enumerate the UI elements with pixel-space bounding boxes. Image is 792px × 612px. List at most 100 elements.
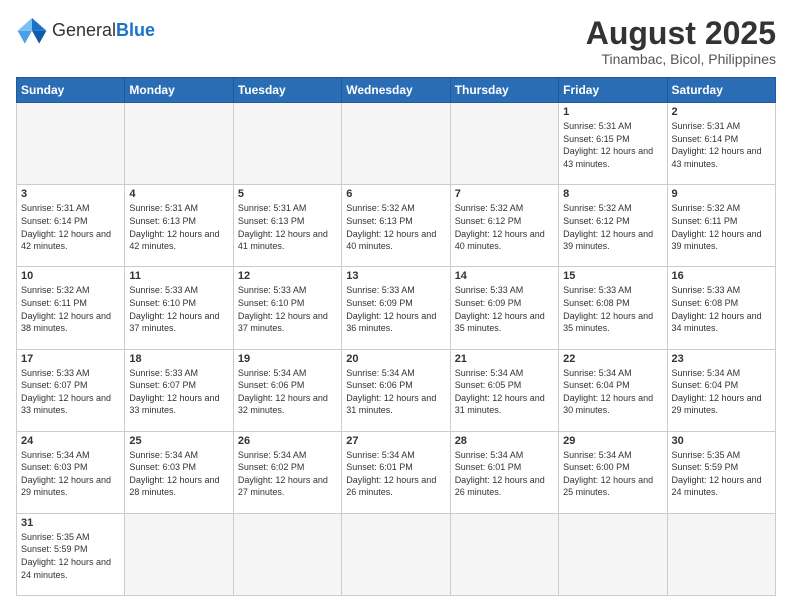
- calendar-week-4: 17 Sunrise: 5:33 AMSunset: 6:07 PMDayligh…: [17, 349, 776, 431]
- day-number: 22: [563, 353, 662, 365]
- day-info: Sunrise: 5:34 AMSunset: 6:04 PMDaylight:…: [563, 367, 662, 417]
- calendar-week-1: 1 Sunrise: 5:31 AMSunset: 6:15 PMDaylight…: [17, 103, 776, 185]
- calendar-cell: 2 Sunrise: 5:31 AMSunset: 6:14 PMDaylight…: [667, 103, 775, 185]
- month-title: August 2025: [586, 16, 776, 51]
- calendar-cell: 26Sunrise: 5:34 AMSunset: 6:02 PMDayligh…: [233, 431, 341, 513]
- calendar-week-2: 3Sunrise: 5:31 AMSunset: 6:14 PMDaylight…: [17, 185, 776, 267]
- calendar-cell: [342, 103, 450, 185]
- day-number: 7: [455, 188, 554, 200]
- logo-text: GeneralBlue: [52, 20, 155, 41]
- day-number: 15: [563, 270, 662, 282]
- calendar-cell: 18 Sunrise: 5:33 AMSunset: 6:07 PMDayligh…: [125, 349, 233, 431]
- calendar-cell: [125, 103, 233, 185]
- calendar-cell: [342, 513, 450, 595]
- day-header-sunday: Sunday: [17, 78, 125, 103]
- day-number: 23: [672, 353, 771, 365]
- day-number: 28: [455, 435, 554, 447]
- calendar-week-3: 10 Sunrise: 5:32 AMSunset: 6:11 PMDayligh…: [17, 267, 776, 349]
- day-number: 14: [455, 270, 554, 282]
- day-number: 16: [672, 270, 771, 282]
- day-number: 11: [129, 270, 228, 282]
- day-number: 30: [672, 435, 771, 447]
- day-info: Sunrise: 5:33 AMSunset: 6:08 PMDaylight:…: [563, 284, 662, 334]
- calendar-cell: 23Sunrise: 5:34 AMSunset: 6:04 PMDayligh…: [667, 349, 775, 431]
- calendar-cell: 24 Sunrise: 5:34 AMSunset: 6:03 PMDayligh…: [17, 431, 125, 513]
- day-number: 2: [672, 106, 771, 118]
- calendar-table: SundayMondayTuesdayWednesdayThursdayFrid…: [16, 77, 776, 596]
- calendar-cell: 28 Sunrise: 5:34 AMSunset: 6:01 PMDayligh…: [450, 431, 558, 513]
- calendar-cell: 25 Sunrise: 5:34 AMSunset: 6:03 PMDayligh…: [125, 431, 233, 513]
- day-number: 21: [455, 353, 554, 365]
- day-info: Sunrise: 5:35 AMSunset: 5:59 PMDaylight:…: [21, 531, 120, 581]
- calendar-cell: 31 Sunrise: 5:35 AMSunset: 5:59 PMDayligh…: [17, 513, 125, 595]
- logo: GeneralBlue: [16, 16, 155, 44]
- calendar-cell: 21 Sunrise: 5:34 AMSunset: 6:05 PMDayligh…: [450, 349, 558, 431]
- day-number: 20: [346, 353, 445, 365]
- day-number: 12: [238, 270, 337, 282]
- day-info: Sunrise: 5:32 AMSunset: 6:12 PMDaylight:…: [455, 202, 554, 252]
- day-number: 25: [129, 435, 228, 447]
- calendar-cell: 30 Sunrise: 5:35 AMSunset: 5:59 PMDayligh…: [667, 431, 775, 513]
- day-number: 19: [238, 353, 337, 365]
- calendar-cell: 3Sunrise: 5:31 AMSunset: 6:14 PMDaylight…: [17, 185, 125, 267]
- day-info: Sunrise: 5:34 AMSunset: 6:01 PMDaylight:…: [455, 449, 554, 499]
- day-header-thursday: Thursday: [450, 78, 558, 103]
- day-number: 10: [21, 270, 120, 282]
- calendar-cell: [233, 513, 341, 595]
- calendar-cell: 20 Sunrise: 5:34 AMSunset: 6:06 PMDayligh…: [342, 349, 450, 431]
- day-info: Sunrise: 5:31 AMSunset: 6:14 PMDaylight:…: [672, 120, 771, 170]
- day-number: 1: [563, 106, 662, 118]
- day-number: 17: [21, 353, 120, 365]
- day-info: Sunrise: 5:34 AMSunset: 6:06 PMDaylight:…: [238, 367, 337, 417]
- day-info: Sunrise: 5:34 AMSunset: 6:01 PMDaylight:…: [346, 449, 445, 499]
- calendar-cell: 7 Sunrise: 5:32 AMSunset: 6:12 PMDaylight…: [450, 185, 558, 267]
- day-number: 3: [21, 188, 120, 200]
- calendar-cell: 1 Sunrise: 5:31 AMSunset: 6:15 PMDaylight…: [559, 103, 667, 185]
- day-info: Sunrise: 5:31 AMSunset: 6:13 PMDaylight:…: [238, 202, 337, 252]
- day-number: 24: [21, 435, 120, 447]
- day-number: 9: [672, 188, 771, 200]
- title-area: August 2025 Tinambac, Bicol, Philippines: [586, 16, 776, 67]
- day-info: Sunrise: 5:33 AMSunset: 6:08 PMDaylight:…: [672, 284, 771, 334]
- calendar-cell: 8Sunrise: 5:32 AMSunset: 6:12 PMDaylight…: [559, 185, 667, 267]
- day-info: Sunrise: 5:32 AMSunset: 6:13 PMDaylight:…: [346, 202, 445, 252]
- calendar-cell: 13Sunrise: 5:33 AMSunset: 6:09 PMDayligh…: [342, 267, 450, 349]
- logo-icon: [16, 16, 48, 44]
- day-info: Sunrise: 5:33 AMSunset: 6:09 PMDaylight:…: [346, 284, 445, 334]
- calendar-cell: [667, 513, 775, 595]
- day-info: Sunrise: 5:31 AMSunset: 6:15 PMDaylight:…: [563, 120, 662, 170]
- day-header-friday: Friday: [559, 78, 667, 103]
- day-number: 31: [21, 517, 120, 529]
- calendar-cell: 10 Sunrise: 5:32 AMSunset: 6:11 PMDayligh…: [17, 267, 125, 349]
- calendar-cell: 11Sunrise: 5:33 AMSunset: 6:10 PMDayligh…: [125, 267, 233, 349]
- calendar-cell: 14 Sunrise: 5:33 AMSunset: 6:09 PMDayligh…: [450, 267, 558, 349]
- day-number: 26: [238, 435, 337, 447]
- day-info: Sunrise: 5:33 AMSunset: 6:07 PMDaylight:…: [129, 367, 228, 417]
- day-header-saturday: Saturday: [667, 78, 775, 103]
- day-number: 8: [563, 188, 662, 200]
- calendar-cell: [450, 513, 558, 595]
- calendar-cell: 4Sunrise: 5:31 AMSunset: 6:13 PMDaylight…: [125, 185, 233, 267]
- day-info: Sunrise: 5:34 AMSunset: 6:05 PMDaylight:…: [455, 367, 554, 417]
- calendar-cell: 17Sunrise: 5:33 AMSunset: 6:07 PMDayligh…: [17, 349, 125, 431]
- day-number: 27: [346, 435, 445, 447]
- calendar-cell: 27 Sunrise: 5:34 AMSunset: 6:01 PMDayligh…: [342, 431, 450, 513]
- day-header-monday: Monday: [125, 78, 233, 103]
- calendar-cell: 19 Sunrise: 5:34 AMSunset: 6:06 PMDayligh…: [233, 349, 341, 431]
- day-info: Sunrise: 5:34 AMSunset: 6:06 PMDaylight:…: [346, 367, 445, 417]
- calendar-header-row: SundayMondayTuesdayWednesdayThursdayFrid…: [17, 78, 776, 103]
- day-info: Sunrise: 5:35 AMSunset: 5:59 PMDaylight:…: [672, 449, 771, 499]
- day-number: 18: [129, 353, 228, 365]
- day-number: 5: [238, 188, 337, 200]
- day-info: Sunrise: 5:34 AMSunset: 6:03 PMDaylight:…: [21, 449, 120, 499]
- calendar-cell: 6Sunrise: 5:32 AMSunset: 6:13 PMDaylight…: [342, 185, 450, 267]
- day-info: Sunrise: 5:32 AMSunset: 6:11 PMDaylight:…: [21, 284, 120, 334]
- day-info: Sunrise: 5:34 AMSunset: 6:03 PMDaylight:…: [129, 449, 228, 499]
- calendar-cell: 9Sunrise: 5:32 AMSunset: 6:11 PMDaylight…: [667, 185, 775, 267]
- calendar-cell: [450, 103, 558, 185]
- calendar-cell: 22 Sunrise: 5:34 AMSunset: 6:04 PMDayligh…: [559, 349, 667, 431]
- calendar-week-6: 31 Sunrise: 5:35 AMSunset: 5:59 PMDayligh…: [17, 513, 776, 595]
- day-info: Sunrise: 5:33 AMSunset: 6:09 PMDaylight:…: [455, 284, 554, 334]
- calendar-cell: 16 Sunrise: 5:33 AMSunset: 6:08 PMDayligh…: [667, 267, 775, 349]
- day-header-wednesday: Wednesday: [342, 78, 450, 103]
